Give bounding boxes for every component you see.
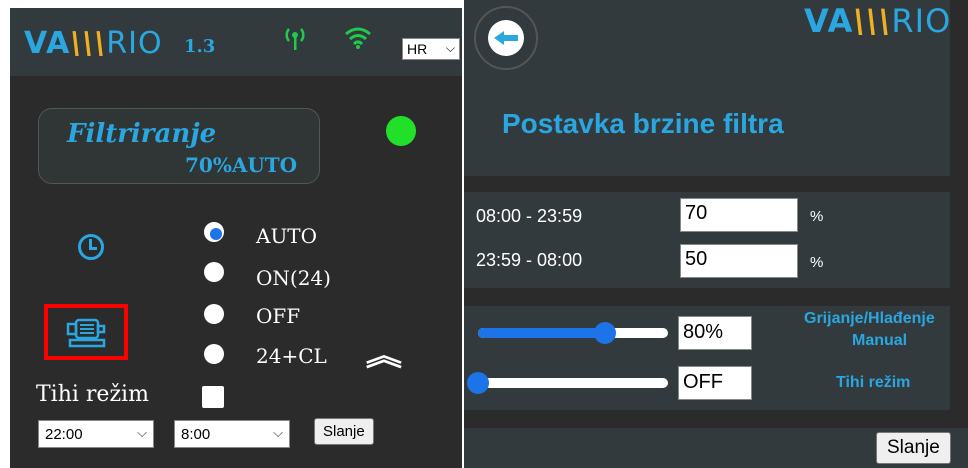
back-arrow-icon bbox=[488, 20, 524, 56]
right-header-bar: VA\\\RIO Postavka brzine filtra bbox=[464, 0, 950, 176]
send-button[interactable]: Slanje bbox=[314, 418, 374, 445]
slider-fill bbox=[478, 328, 606, 338]
filtration-status-box: Filtriranje 70%AUTO bbox=[38, 108, 320, 184]
language-select[interactable]: HR ⌵ bbox=[402, 38, 460, 60]
mode-radio-on24[interactable] bbox=[204, 262, 224, 282]
start-time-select[interactable]: 22:00 ⌵ bbox=[38, 420, 154, 448]
vario-logo: VA\\\RIO bbox=[804, 2, 952, 40]
quiet-mode-slider[interactable] bbox=[467, 372, 668, 394]
slider-thumb[interactable] bbox=[467, 372, 489, 394]
schedule-time-2: 23:59 - 08:00 bbox=[476, 250, 583, 270]
slider-thumb[interactable] bbox=[594, 322, 617, 344]
schedule-speed-input-1[interactable]: 70 bbox=[680, 198, 798, 232]
end-time-value: 8:00 bbox=[181, 426, 211, 443]
vario-logo: VA\\\RIO bbox=[24, 26, 163, 61]
end-time-select[interactable]: 8:00 ⌵ bbox=[174, 420, 290, 448]
wifi-icon bbox=[344, 26, 372, 56]
send-button[interactable]: Slanje bbox=[876, 432, 951, 464]
chevron-down-icon: ⌵ bbox=[445, 41, 455, 55]
mode-label-auto: AUTO bbox=[256, 224, 318, 248]
quiet-mode-checkbox[interactable] bbox=[202, 386, 224, 408]
heating-cooling-value[interactable]: 80% bbox=[678, 316, 752, 350]
pump-motor-icon bbox=[66, 318, 106, 348]
main-control-panel: VA\\\RIO 1.3 HR ⌵ Filtriranje 70%AUTO AU… bbox=[10, 8, 462, 468]
clock-icon[interactable] bbox=[78, 234, 104, 260]
heating-cooling-slider[interactable] bbox=[478, 322, 668, 344]
mode-radio-auto[interactable] bbox=[204, 222, 224, 242]
quiet-mode-value[interactable]: OFF bbox=[678, 366, 752, 400]
signal-tower-icon bbox=[284, 26, 306, 58]
double-chevron-up-icon[interactable]: ︽ bbox=[366, 334, 402, 374]
heating-cooling-sublabel: Manual bbox=[852, 332, 908, 349]
mode-label-24cl: 24+CL bbox=[256, 344, 327, 368]
language-value: HR bbox=[407, 41, 428, 57]
schedule-time-1: 08:00 - 23:59 bbox=[476, 206, 583, 226]
schedule-unit-1: % bbox=[810, 208, 824, 225]
schedule-section: 08:00 - 23:59 70 % 23:59 - 08:00 50 % bbox=[464, 192, 950, 288]
filter-speed-panel: VA\\\RIO Postavka brzine filtra 08:00 - … bbox=[464, 0, 968, 468]
mode-radio-24cl[interactable] bbox=[204, 344, 224, 364]
chevron-down-icon: ⌵ bbox=[137, 425, 147, 440]
quiet-mode-slider-label: Tihi režim bbox=[836, 374, 911, 391]
filtration-value: 70%AUTO bbox=[185, 153, 298, 177]
start-time-value: 22:00 bbox=[45, 426, 83, 443]
mode-radio-off[interactable] bbox=[204, 304, 224, 324]
heating-cooling-label: Grijanje/Hlađenje bbox=[804, 310, 935, 327]
mode-label-off: OFF bbox=[256, 304, 301, 328]
page-title: Postavka brzine filtra bbox=[502, 108, 784, 139]
schedule-unit-2: % bbox=[810, 254, 824, 271]
status-led bbox=[386, 116, 416, 146]
version-label: 1.3 bbox=[184, 36, 216, 57]
slider-section: 80% Grijanje/Hlađenje Manual OFF Tihi re… bbox=[464, 306, 950, 410]
filtration-title: Filtriranje bbox=[67, 119, 217, 149]
chevron-down-icon: ⌵ bbox=[273, 425, 283, 440]
schedule-speed-input-2[interactable]: 50 bbox=[680, 244, 798, 278]
mode-label-on24: ON(24) bbox=[256, 266, 331, 290]
left-header-bar: VA\\\RIO 1.3 HR ⌵ bbox=[10, 8, 462, 76]
back-button[interactable] bbox=[474, 6, 538, 70]
pump-button[interactable] bbox=[44, 304, 128, 360]
quiet-mode-label: Tihi režim bbox=[36, 382, 149, 407]
